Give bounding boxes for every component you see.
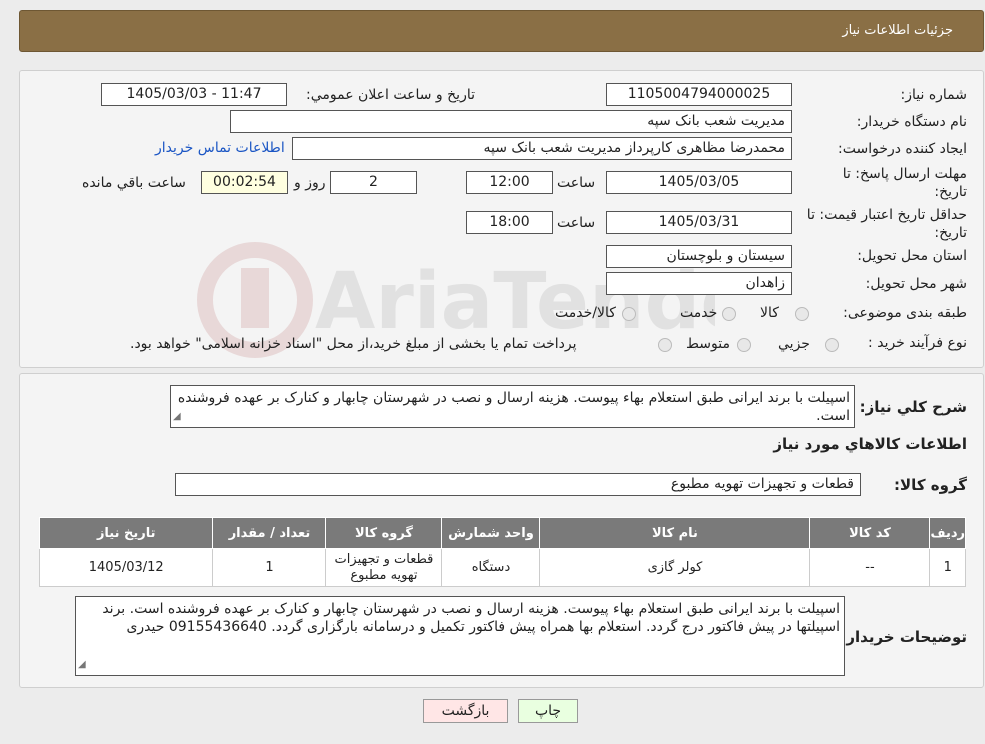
buyer-notes-text: اسپیلت با برند ایرانی طبق استعلام بهاء پ… bbox=[102, 601, 840, 635]
cell-group: قطعات و تجهیزات تهویه مطبوع bbox=[325, 548, 443, 587]
validity-hour-label: ساعت bbox=[557, 215, 596, 231]
process-option-medium: متوسط bbox=[686, 336, 730, 352]
category-radio-service[interactable] bbox=[722, 307, 736, 321]
goods-info-title: اطلاعات کالاهاي مورد نياز bbox=[773, 435, 967, 453]
col-row-header: رديف bbox=[929, 517, 966, 549]
category-radio-goods[interactable] bbox=[795, 307, 809, 321]
creator-label: ایجاد کننده درخواست: bbox=[838, 141, 967, 157]
page-title: جزئیات اطلاعات نیاز bbox=[842, 23, 953, 38]
validity-time-field: 18:00 bbox=[466, 211, 553, 234]
resize-grip-icon[interactable]: ◢ bbox=[173, 408, 181, 426]
back-button[interactable]: بازگشت bbox=[423, 699, 508, 723]
table-header-row: رديف کد کالا نام کالا واحد شمارش گروه کا… bbox=[38, 517, 966, 549]
buyer-org-label: نام دستگاه خریدار: bbox=[856, 114, 967, 130]
desc-label: شرح کلي نياز: bbox=[859, 398, 967, 416]
col-name-header: نام کالا bbox=[539, 517, 811, 549]
page-header: جزئیات اطلاعات نیاز bbox=[19, 10, 984, 52]
deadline-time-field: 12:00 bbox=[466, 171, 553, 194]
validity-label-2: تاریخ: bbox=[934, 225, 967, 241]
deadline-hour-label: ساعت bbox=[557, 175, 596, 191]
goods-group-label: گروه کالا: bbox=[894, 476, 967, 494]
remaining-time-field: 00:02:54 bbox=[201, 171, 288, 194]
announce-label: تاریخ و ساعت اعلان عمومي: bbox=[306, 87, 475, 103]
process-note: پرداخت تمام یا بخشی از مبلغ خرید،از محل … bbox=[130, 336, 577, 352]
deadline-date-field: 1405/03/05 bbox=[606, 171, 792, 194]
print-button[interactable]: چاپ bbox=[518, 699, 578, 723]
buyer-org-field: مدیریت شعب بانک سپه bbox=[230, 110, 792, 133]
process-option-minor: جزیي bbox=[778, 336, 810, 352]
validity-date-field: 1405/03/31 bbox=[606, 211, 792, 234]
cell-code: -- bbox=[809, 548, 931, 587]
goods-table: رديف کد کالا نام کالا واحد شمارش گروه کا… bbox=[38, 517, 966, 587]
deadline-label-2: تاریخ: bbox=[934, 184, 967, 200]
process-label: نوع فرآیند خرید : bbox=[868, 335, 967, 351]
desc-text: اسپیلت با برند ایرانی طبق استعلام بهاء پ… bbox=[177, 390, 850, 424]
days-field: 2 bbox=[330, 171, 417, 194]
category-radio-goods-service[interactable] bbox=[622, 307, 636, 321]
col-unit-header: واحد شمارش bbox=[441, 517, 541, 549]
cell-unit: دستگاه bbox=[441, 548, 541, 587]
remaining-label: ساعت باقي مانده bbox=[82, 175, 186, 191]
treasury-checkbox[interactable] bbox=[658, 338, 672, 352]
days-label: روز و bbox=[294, 175, 326, 191]
deadline-label: مهلت ارسال پاسخ: تا bbox=[842, 166, 967, 182]
announce-datetime-field: 1405/03/03 - 11:47 bbox=[101, 83, 287, 106]
process-radio-minor[interactable] bbox=[825, 338, 839, 352]
desc-textarea[interactable]: اسپیلت با برند ایرانی طبق استعلام بهاء پ… bbox=[170, 385, 855, 428]
creator-field: محمدرضا مظاهری کارپرداز مدیریت شعب بانک … bbox=[292, 137, 792, 160]
category-option-goods-service: کالا/خدمت bbox=[555, 305, 616, 321]
col-qty-header: تعداد / مقدار bbox=[212, 517, 327, 549]
province-label: استان محل تحویل: bbox=[857, 248, 967, 264]
col-date-header: تاریخ نیاز bbox=[38, 517, 214, 549]
category-option-service: خدمت bbox=[680, 305, 718, 321]
buyer-contact-link[interactable]: اطلاعات تماس خریدار bbox=[155, 140, 285, 156]
cell-row: 1 bbox=[929, 548, 966, 587]
col-group-header: گروه کالا bbox=[325, 517, 443, 549]
need-number-field: 1105004794000025 bbox=[606, 83, 792, 106]
cell-date: 1405/03/12 bbox=[38, 548, 214, 587]
category-option-goods: کالا bbox=[760, 305, 779, 321]
category-label: طبقه بندی موضوعی: bbox=[843, 305, 967, 321]
city-field: زاهدان bbox=[606, 272, 792, 295]
process-radio-medium[interactable] bbox=[737, 338, 751, 352]
buyer-notes-label: توضيحات خريدار: bbox=[840, 628, 967, 646]
buyer-notes-textarea[interactable]: اسپیلت با برند ایرانی طبق استعلام بهاء پ… bbox=[75, 596, 845, 676]
need-number-label: شماره نیاز: bbox=[900, 87, 968, 103]
table-row: 1 -- کولر گازی دستگاه قطعات و تجهیزات ته… bbox=[38, 548, 966, 587]
resize-grip-icon[interactable]: ◢ bbox=[78, 656, 86, 674]
goods-group-field: قطعات و تجهیزات تهویه مطبوع bbox=[175, 473, 861, 496]
validity-label: حداقل تاریخ اعتبار قیمت: تا bbox=[806, 207, 967, 223]
cell-qty: 1 bbox=[212, 548, 327, 587]
province-field: سیستان و بلوچستان bbox=[606, 245, 792, 268]
cell-name: کولر گازی bbox=[539, 548, 811, 587]
city-label: شهر محل تحویل: bbox=[865, 276, 967, 292]
col-code-header: کد کالا bbox=[809, 517, 931, 549]
